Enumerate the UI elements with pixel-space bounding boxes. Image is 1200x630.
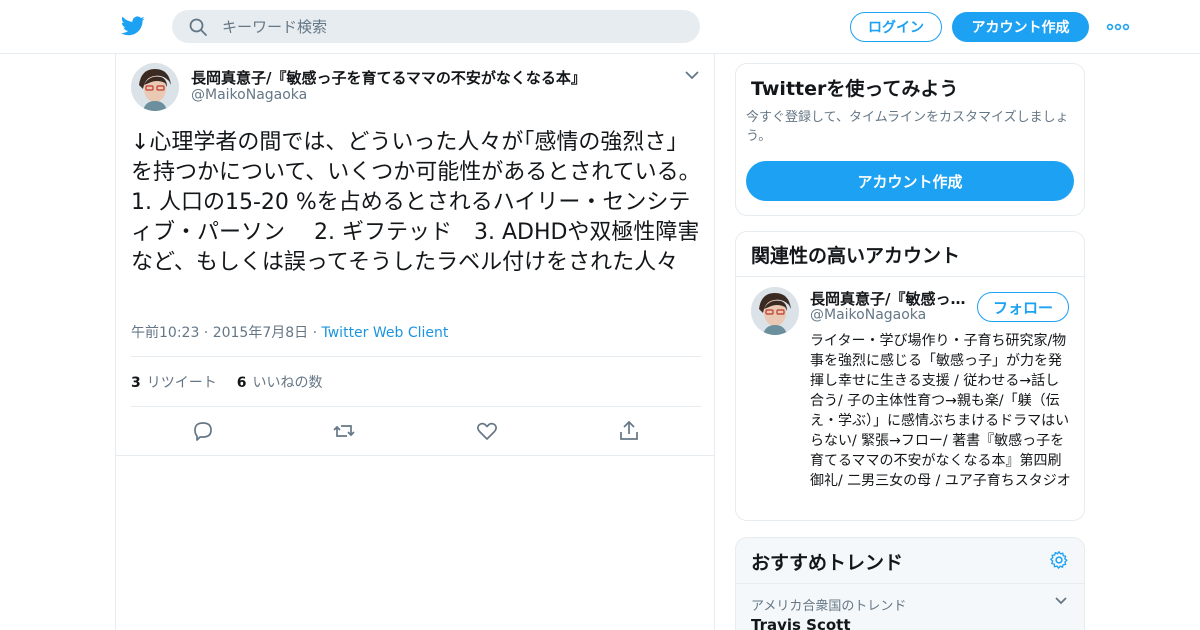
search-box[interactable] — [172, 10, 700, 43]
like-count: 6 — [236, 375, 247, 391]
tweet-timestamp[interactable]: 午前10:23 · 2015年7月8日 — [131, 325, 308, 341]
search-input[interactable] — [222, 10, 682, 43]
tweet-detail: 長岡真意子/『敏感っ子を育てるママの不安がなくなる本』 @MaikoNagaok… — [115, 54, 715, 630]
avatar-image — [751, 287, 799, 335]
tweet-stats: 3 リツイート 6 いいねの数 — [131, 372, 323, 392]
retweet-icon[interactable] — [332, 419, 356, 443]
account-bio: ライター・学び場作り・子育ち研究家/物事を強烈に感じる「敏感っ子」が力を発揮し幸… — [810, 333, 1071, 489]
chevron-down-icon[interactable] — [684, 69, 700, 81]
create-account-button[interactable]: アカウント作成 — [746, 161, 1074, 201]
divider — [131, 406, 701, 407]
card-description: 今すぐ登録して、タイムラインをカスタマイズしましょう。 — [746, 110, 1069, 144]
avatar[interactable] — [751, 287, 799, 335]
tweet-author-name[interactable]: 長岡真意子/『敏感っ子を育てるママの不安がなくなる本』 — [191, 67, 586, 88]
trend-location: アメリカ合衆国のトレンド — [751, 599, 907, 614]
login-button[interactable]: ログイン — [850, 12, 942, 42]
twitter-bird-icon[interactable] — [120, 14, 146, 38]
like-icon[interactable] — [475, 419, 499, 443]
divider — [116, 455, 714, 456]
trend-item[interactable]: Travis Scott — [751, 616, 851, 630]
share-icon[interactable] — [617, 419, 641, 443]
divider — [131, 356, 701, 357]
meta-separator: · — [312, 325, 318, 341]
like-label: いいねの数 — [252, 375, 323, 391]
card-title: Twitterを使ってみよう — [751, 78, 959, 100]
tweet-client-link[interactable]: Twitter Web Client — [322, 325, 449, 341]
chevron-down-icon[interactable] — [1054, 596, 1068, 606]
avatar-image — [131, 63, 179, 111]
trends-card: おすすめトレンド アメリカ合衆国のトレンド Travis Scott — [735, 537, 1085, 630]
top-navigation-bar: ログイン アカウント作成 — [0, 0, 1200, 54]
follow-button[interactable]: フォロー — [977, 292, 1069, 322]
like-stat[interactable]: 6 いいねの数 — [237, 375, 323, 391]
tweet-author-handle[interactable]: @MaikoNagaoka — [191, 87, 307, 103]
tweet-metadata: 午前10:23 · 2015年7月8日 · Twitter Web Client — [131, 322, 448, 342]
signup-button[interactable]: アカウント作成 — [952, 12, 1089, 42]
avatar[interactable] — [131, 63, 179, 111]
gear-icon[interactable] — [1049, 550, 1069, 570]
card-title: おすすめトレンド — [751, 552, 904, 574]
search-icon — [189, 18, 207, 36]
divider — [736, 583, 1084, 584]
retweet-stat[interactable]: 3 リツイート — [131, 375, 217, 391]
signup-prompt-card: Twitterを使ってみよう 今すぐ登録して、タイムラインをカスタマイズしましょ… — [735, 63, 1085, 216]
retweet-count: 3 — [131, 375, 141, 391]
account-handle[interactable]: @MaikoNagaoka — [810, 307, 926, 323]
tweet-text: ↓心理学者の間では、どういった人々が｢感情の強烈さ」を持つかについて、いくつか可… — [131, 130, 701, 275]
more-icon[interactable] — [1106, 18, 1130, 36]
card-title: 関連性の高いアカウント — [751, 245, 961, 267]
related-accounts-card: 関連性の高いアカウント 長岡真意子/『敏感っ子を育てるママの不安がなくなる本』 … — [735, 231, 1085, 521]
reply-icon[interactable] — [191, 419, 215, 443]
divider — [736, 276, 1084, 277]
retweet-label: リツイート — [146, 375, 217, 391]
account-name[interactable]: 長岡真意子/『敏感っ子を育てるママの不安がなくなる本』 — [810, 288, 970, 309]
